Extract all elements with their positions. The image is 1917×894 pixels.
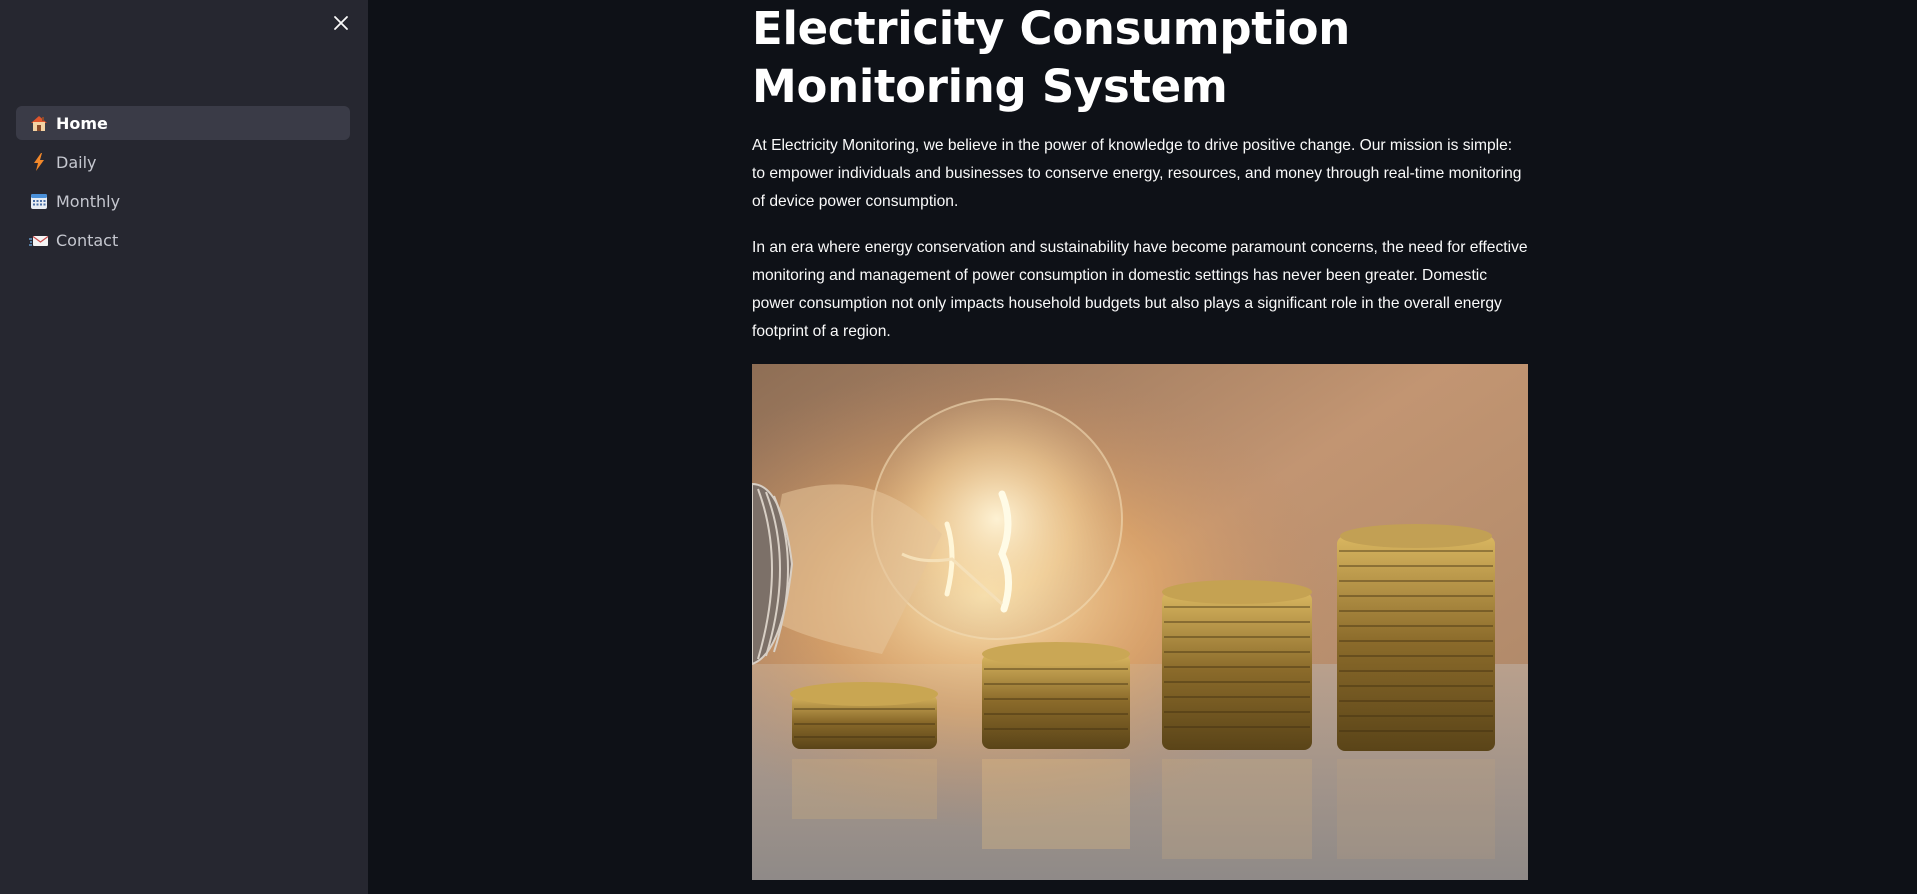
sidebar-item-label: Contact — [56, 230, 119, 250]
sidebar-item-label: Monthly — [56, 191, 121, 211]
sidebar-nav: Home Daily Monthly Contact — [16, 106, 350, 262]
context-paragraph: In an era where energy conservation and … — [752, 239, 1528, 340]
calendar-icon — [28, 190, 50, 212]
sidebar-item-label: Home — [56, 113, 108, 133]
sidebar-item-home[interactable]: Home — [16, 106, 350, 140]
close-icon — [334, 16, 348, 30]
sidebar-item-contact[interactable]: Contact — [16, 223, 350, 257]
sidebar-item-monthly[interactable]: Monthly — [16, 184, 350, 218]
sidebar-item-label: Daily — [56, 152, 97, 172]
envelope-icon — [28, 229, 50, 251]
main-content: Electricity Consumption Monitoring Syste… — [752, 0, 1528, 346]
sidebar: Home Daily Monthly Contact — [0, 0, 368, 894]
intro-paragraph: At Electricity Monitoring, we believe in… — [752, 137, 1522, 210]
page-title: Electricity Consumption Monitoring Syste… — [752, 2, 1350, 113]
close-sidebar-button[interactable] — [326, 8, 356, 38]
hero-image-lightbulb-coins — [752, 364, 1528, 880]
house-icon — [28, 112, 50, 134]
sidebar-item-daily[interactable]: Daily — [16, 145, 350, 179]
lightning-icon — [28, 151, 50, 173]
